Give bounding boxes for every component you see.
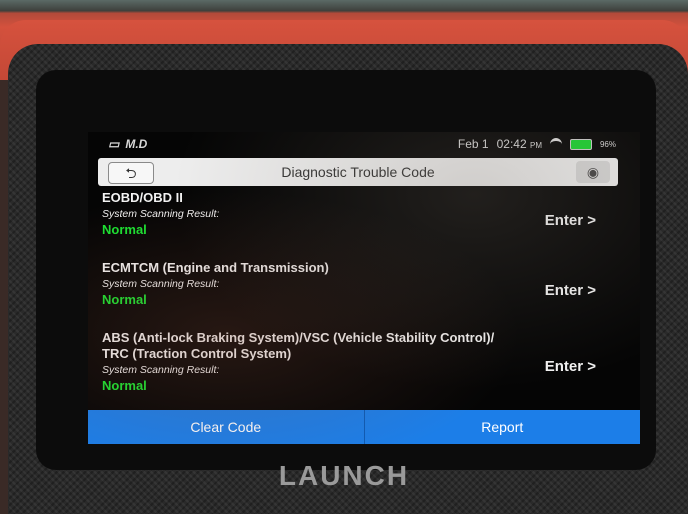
brand-logo: LAUNCH: [278, 460, 410, 491]
system-list: EOBD/OBD II System Scanning Result: Norm…: [102, 190, 622, 406]
system-name: EOBD/OBD II: [102, 190, 183, 205]
report-button[interactable]: Report: [363, 410, 641, 444]
notification-icon: ▭: [108, 137, 120, 151]
system-name: ECMTCM (Engine and Transmission): [102, 260, 329, 275]
system-row-eobd[interactable]: EOBD/OBD II System Scanning Result: Norm…: [102, 190, 622, 256]
carrier-label: M.D: [125, 137, 148, 151]
title-bar: ⮌ Diagnostic Trouble Code ◉: [98, 158, 618, 186]
scan-status: Normal: [102, 378, 147, 393]
wifi-icon: [549, 137, 562, 151]
date: Feb 1: [457, 137, 489, 151]
system-row-abs[interactable]: ABS (Anti-lock Braking System)/VSC (Vehi…: [102, 330, 622, 406]
battery-percent: 96%: [599, 139, 616, 149]
screen: ▭ M.D Feb 1 02:42 PM 96% ⮌ Diagnostic Tr…: [88, 132, 640, 444]
page-title: Diagnostic Trouble Code: [281, 164, 435, 180]
system-row-ecmtcm[interactable]: ECMTCM (Engine and Transmission) System …: [102, 260, 622, 326]
time: 02:42 PM: [496, 137, 542, 151]
enter-button[interactable]: Enter >: [545, 212, 596, 229]
enter-button[interactable]: Enter >: [545, 282, 596, 299]
action-bar: Clear Code Report: [88, 410, 640, 444]
battery-icon: [569, 138, 592, 150]
screenshot-button[interactable]: ◉: [576, 161, 610, 183]
camera-icon: ◉: [586, 164, 600, 180]
enter-button[interactable]: Enter >: [545, 358, 596, 375]
status-bar: ▭ M.D Feb 1 02:42 PM 96%: [88, 132, 640, 156]
clear-code-button[interactable]: Clear Code: [88, 410, 364, 444]
system-name-line1: ABS (Anti-lock Braking System)/VSC (Vehi…: [102, 330, 495, 345]
